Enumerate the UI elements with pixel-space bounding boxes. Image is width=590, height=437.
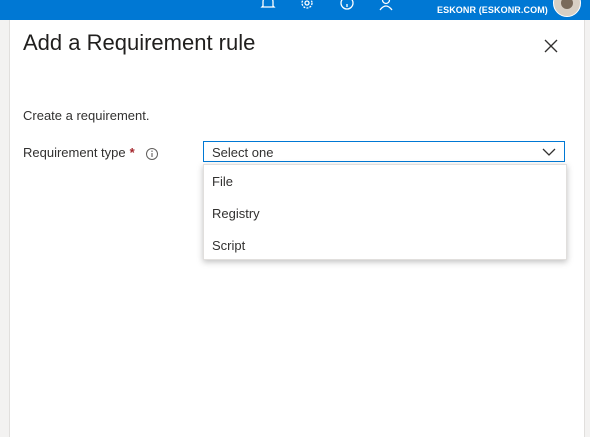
requirement-rule-panel: Add a Requirement rule Create a requirem… — [9, 20, 590, 437]
requirement-type-selected-value: Select one — [212, 145, 274, 160]
panel-edge — [9, 20, 10, 437]
account-label[interactable]: ESKONR (ESKONR.COM) — [437, 5, 548, 15]
scrollbar[interactable] — [584, 20, 590, 437]
info-icon[interactable] — [145, 147, 159, 161]
requirement-type-dropdown[interactable]: Select one — [203, 141, 565, 162]
option-script[interactable]: Script — [204, 229, 566, 261]
chevron-down-icon — [542, 148, 556, 156]
avatar-face — [561, 0, 573, 9]
requirement-type-options: File Registry Script — [203, 164, 567, 260]
option-label: File — [212, 174, 233, 189]
panel-title: Add a Requirement rule — [23, 30, 256, 55]
background-strip — [0, 20, 9, 437]
feedback-icon[interactable] — [377, 0, 395, 12]
required-marker: * — [129, 145, 135, 160]
option-label: Script — [212, 238, 246, 253]
requirement-type-label-text: Requirement type — [23, 145, 126, 160]
avatar[interactable] — [553, 0, 581, 17]
option-registry[interactable]: Registry — [204, 197, 566, 229]
close-icon — [544, 39, 558, 53]
help-icon[interactable] — [338, 0, 356, 12]
notifications-icon[interactable] — [259, 0, 277, 12]
close-button[interactable] — [539, 34, 563, 58]
top-bar: ESKONR (ESKONR.COM) — [0, 0, 590, 20]
option-label: Registry — [212, 206, 260, 221]
instruction-text: Create a requirement. — [23, 108, 150, 123]
requirement-type-label: Requirement type * — [23, 145, 135, 160]
option-file[interactable]: File — [204, 165, 566, 197]
settings-icon[interactable] — [298, 0, 316, 12]
